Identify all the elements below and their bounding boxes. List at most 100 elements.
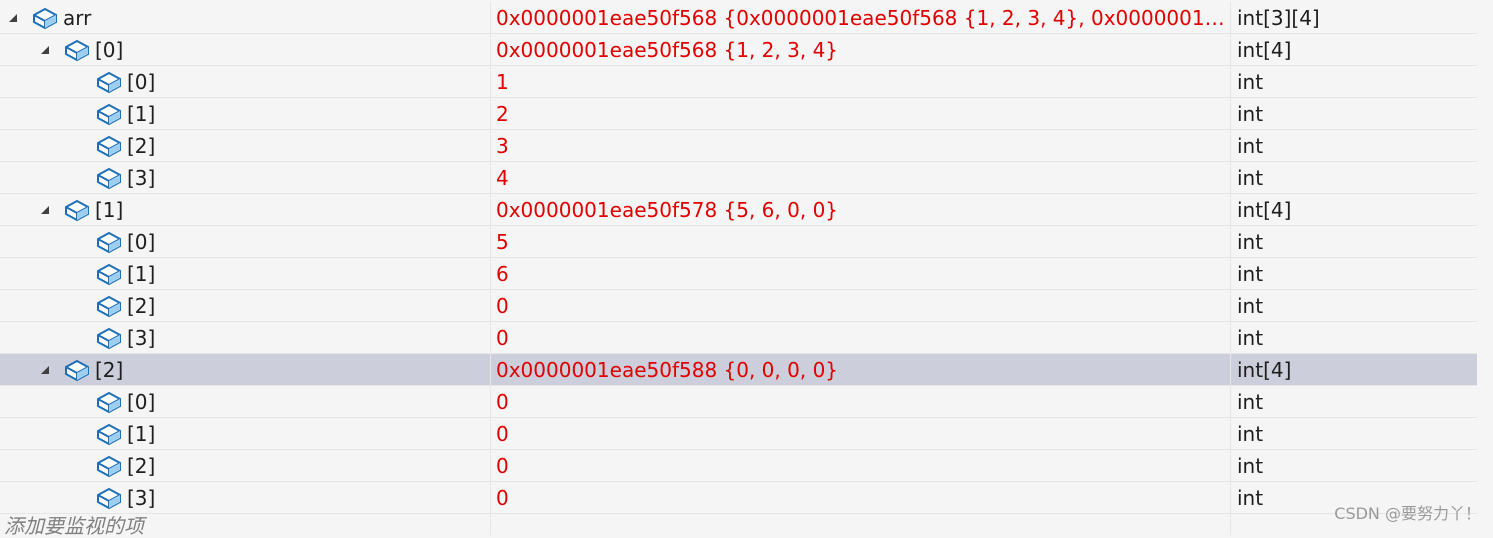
type-cell: int — [1230, 98, 1477, 130]
watch-row-element[interactable]: [3] 4 int — [0, 162, 1477, 194]
watch-row-element[interactable]: [2] 0 int — [0, 450, 1477, 482]
type-cell: int — [1230, 450, 1477, 482]
variable-name: [3] — [127, 166, 156, 190]
name-cell: [1] — [0, 194, 490, 226]
type-cell: int — [1230, 386, 1477, 418]
variable-name: [3] — [127, 486, 156, 510]
add-watch-item-input[interactable]: 添加要监视的项 — [4, 514, 484, 538]
value-cell[interactable]: 6 — [490, 258, 1230, 290]
name-cell: [3] — [0, 162, 490, 194]
collapse-arrow-icon[interactable] — [6, 2, 20, 34]
collapse-arrow-icon[interactable] — [38, 194, 52, 226]
name-cell: [2] — [0, 354, 490, 386]
type-cell: int — [1230, 322, 1477, 354]
object-cube-icon — [65, 39, 89, 61]
value-cell[interactable]: 0 — [490, 418, 1230, 450]
value-cell[interactable]: 4 — [490, 162, 1230, 194]
value-cell[interactable]: 2 — [490, 98, 1230, 130]
type-cell: int — [1230, 226, 1477, 258]
name-cell: [1] — [0, 418, 490, 450]
watch-window: arr 0x0000001eae50f568 {0x0000001eae50f5… — [0, 0, 1493, 538]
value-cell[interactable]: 0 — [490, 450, 1230, 482]
variable-name: [2] — [127, 454, 156, 478]
value-cell[interactable]: 5 — [490, 226, 1230, 258]
object-cube-icon — [97, 167, 121, 189]
watch-row-element[interactable]: [0] 5 int — [0, 226, 1477, 258]
collapse-arrow-icon[interactable] — [38, 34, 52, 66]
watch-row-element[interactable]: [2] 0 int — [0, 290, 1477, 322]
name-cell: [0] — [0, 386, 490, 418]
name-cell: [3] — [0, 322, 490, 354]
value-cell[interactable]: 3 — [490, 130, 1230, 162]
name-cell: [0] — [0, 226, 490, 258]
name-cell: [2] — [0, 130, 490, 162]
watch-row-element[interactable]: [0] 0 int — [0, 386, 1477, 418]
watch-row-arr-1[interactable]: [1] 0x0000001eae50f578 {5, 6, 0, 0} int[… — [0, 194, 1477, 226]
type-cell: int — [1230, 418, 1477, 450]
value-cell[interactable]: 0 — [490, 482, 1230, 514]
variable-name: [1] — [127, 422, 156, 446]
variable-name: [0] — [127, 230, 156, 254]
object-cube-icon — [33, 7, 57, 29]
type-cell: int[3][4] — [1230, 2, 1477, 34]
type-cell: int — [1230, 258, 1477, 290]
variable-name: arr — [63, 6, 92, 30]
variable-name: [1] — [95, 198, 124, 222]
type-cell: int[4] — [1230, 34, 1477, 66]
object-cube-icon — [97, 327, 121, 349]
watch-row-element[interactable]: [1] 0 int — [0, 418, 1477, 450]
object-cube-icon — [97, 263, 121, 285]
watch-row-element[interactable]: [0] 1 int — [0, 66, 1477, 98]
collapse-arrow-icon[interactable] — [38, 354, 52, 386]
type-cell: int[4] — [1230, 354, 1477, 386]
variable-name: [2] — [127, 294, 156, 318]
type-cell: int[4] — [1230, 194, 1477, 226]
variable-name: [1] — [127, 102, 156, 126]
object-cube-icon — [97, 455, 121, 477]
variable-name: [2] — [95, 358, 124, 382]
value-cell[interactable]: 0 — [490, 290, 1230, 322]
watermark: CSDN @要努力丫！ — [1334, 504, 1481, 523]
object-cube-icon — [97, 103, 121, 125]
name-cell: [0] — [0, 34, 490, 66]
object-cube-icon — [65, 199, 89, 221]
object-cube-icon — [97, 423, 121, 445]
type-cell: int — [1230, 290, 1477, 322]
object-cube-icon — [97, 391, 121, 413]
variable-name: [3] — [127, 326, 156, 350]
watch-row-element[interactable]: [1] 6 int — [0, 258, 1477, 290]
value-cell[interactable]: 0 — [490, 322, 1230, 354]
variable-name: [0] — [95, 38, 124, 62]
watch-row-element[interactable]: [2] 3 int — [0, 130, 1477, 162]
object-cube-icon — [97, 487, 121, 509]
watch-row-arr-0[interactable]: [0] 0x0000001eae50f568 {1, 2, 3, 4} int[… — [0, 34, 1477, 66]
name-cell: [3] — [0, 482, 490, 514]
name-cell: [2] — [0, 290, 490, 322]
watch-row-element[interactable]: [3] 0 int — [0, 482, 1477, 514]
value-cell[interactable]: 0 — [490, 386, 1230, 418]
column-divider — [490, 512, 491, 535]
watch-row-arr-2[interactable]: [2] 0x0000001eae50f588 {0, 0, 0, 0} int[… — [0, 354, 1477, 386]
watch-row-element[interactable]: [3] 0 int — [0, 322, 1477, 354]
object-cube-icon — [97, 295, 121, 317]
variable-name: [2] — [127, 134, 156, 158]
name-cell: [1] — [0, 98, 490, 130]
name-cell: [2] — [0, 450, 490, 482]
object-cube-icon — [65, 359, 89, 381]
value-cell[interactable]: 0x0000001eae50f578 {5, 6, 0, 0} — [490, 194, 1230, 226]
variable-name: [0] — [127, 70, 156, 94]
name-cell: [1] — [0, 258, 490, 290]
column-divider — [1230, 512, 1231, 535]
watch-row-arr[interactable]: arr 0x0000001eae50f568 {0x0000001eae50f5… — [0, 2, 1477, 34]
value-cell[interactable]: 0x0000001eae50f588 {0, 0, 0, 0} — [490, 354, 1230, 386]
variable-name: [1] — [127, 262, 156, 286]
type-cell: int — [1230, 130, 1477, 162]
value-cell[interactable]: 0x0000001eae50f568 {0x0000001eae50f568 {… — [490, 2, 1230, 34]
type-cell: int — [1230, 66, 1477, 98]
name-cell: arr — [0, 2, 490, 34]
type-cell: int — [1230, 162, 1477, 194]
value-cell[interactable]: 1 — [490, 66, 1230, 98]
watch-row-element[interactable]: [1] 2 int — [0, 98, 1477, 130]
variable-name: [0] — [127, 390, 156, 414]
value-cell[interactable]: 0x0000001eae50f568 {1, 2, 3, 4} — [490, 34, 1230, 66]
